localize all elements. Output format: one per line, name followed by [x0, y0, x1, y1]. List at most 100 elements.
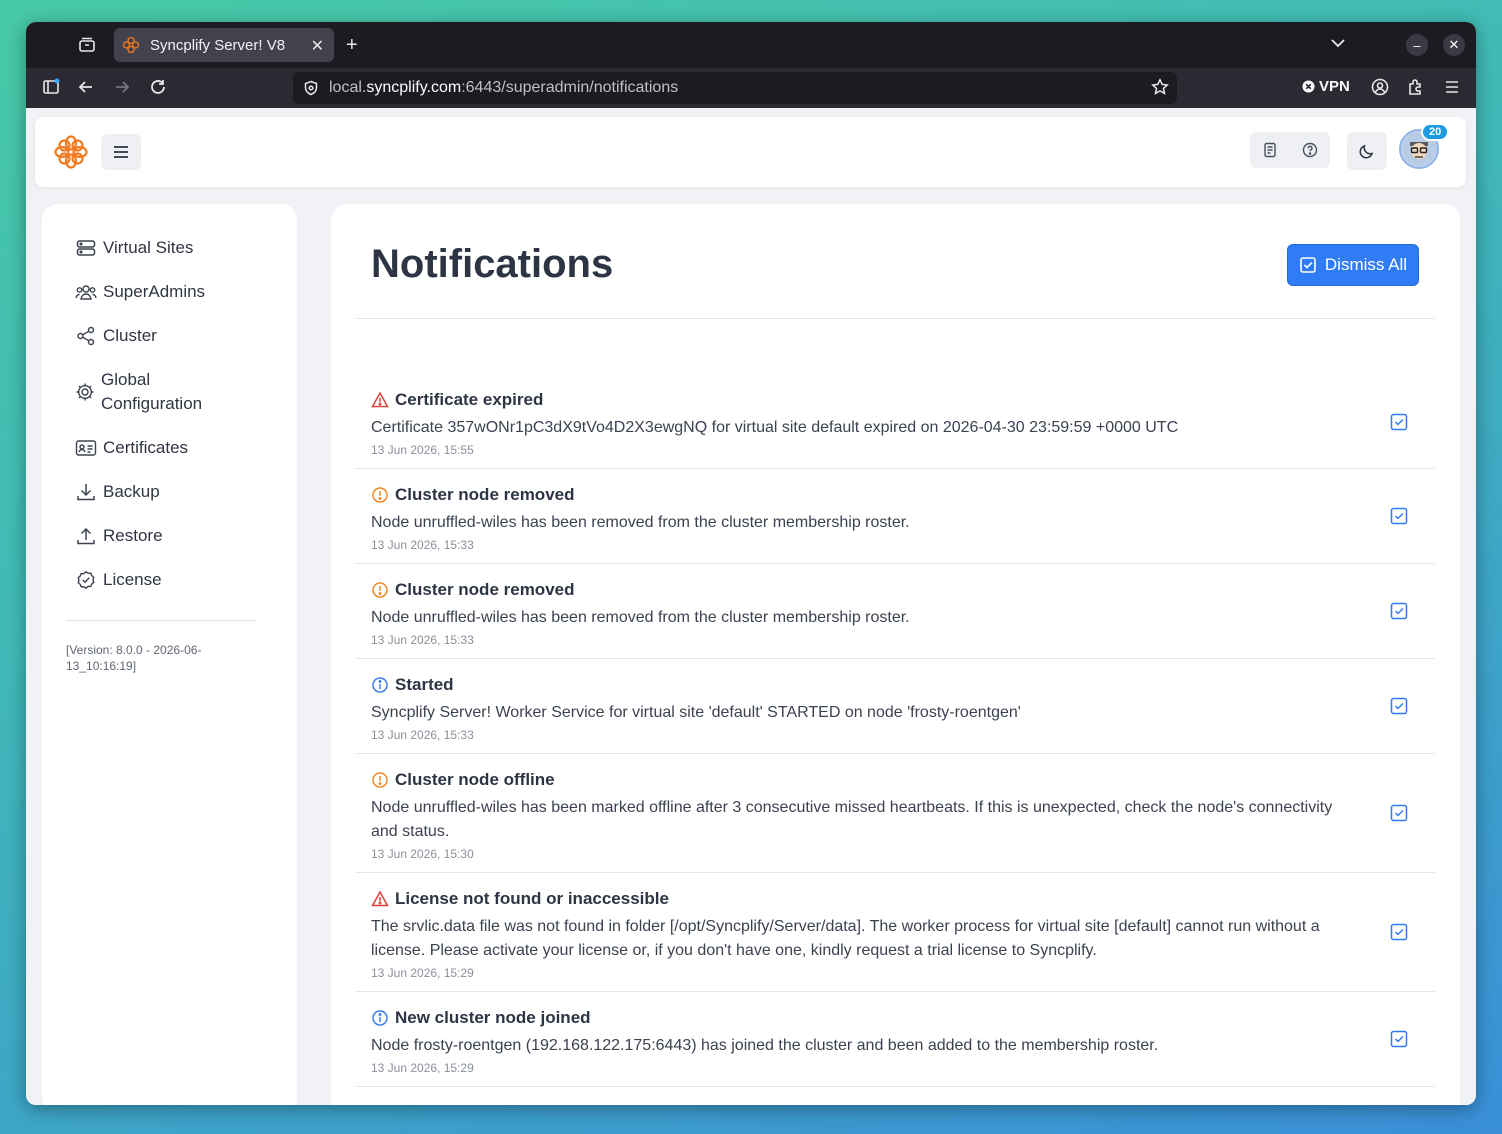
- account-icon[interactable]: [1371, 78, 1389, 96]
- tab-overview-icon[interactable]: [78, 36, 96, 58]
- vpn-off-icon: [1302, 80, 1315, 93]
- notification-title: Started: [395, 675, 454, 694]
- notification-count-badge[interactable]: 20: [1421, 123, 1450, 141]
- new-tab-icon[interactable]: +: [346, 35, 358, 55]
- version-info: [Version: 8.0.0 - 2026-06-13_10:16:19]: [66, 643, 202, 673]
- sidebar-item-label: License: [103, 570, 162, 589]
- forward-arrow-icon[interactable]: [113, 78, 131, 96]
- notification-title: License not found or inaccessible: [395, 889, 669, 908]
- syncplify-logo-icon[interactable]: [53, 134, 89, 175]
- sidebar-divider: [66, 620, 257, 621]
- close-tab-icon[interactable]: ✕: [311, 36, 324, 56]
- share-icon: [75, 324, 97, 348]
- vpn-label: VPN: [1319, 78, 1350, 95]
- notification-time: 13 Jun 2026, 15:33: [371, 538, 474, 552]
- bookmark-star-icon[interactable]: [1151, 78, 1169, 96]
- notification-item: Cluster node removed Node unruffled-wile…: [355, 564, 1435, 659]
- gear-icon: [75, 380, 95, 404]
- reload-icon[interactable]: [149, 78, 167, 96]
- close-window-button[interactable]: ✕: [1443, 34, 1465, 56]
- page-content: 20 Virtual Sites SuperAdmins Cluster Glo…: [26, 108, 1476, 1105]
- notification-item: Started Syncplify Server! Worker Service…: [355, 659, 1435, 754]
- notification-title: New cluster node joined: [395, 1008, 591, 1027]
- alert-circle-icon: [371, 486, 389, 504]
- sidebar-item-label: Restore: [103, 526, 163, 545]
- alert-circle-icon: [371, 581, 389, 599]
- sidebar-item-label: Global Configuration: [101, 370, 203, 413]
- tab-syncplify[interactable]: Syncplify Server! V8 ✕: [114, 28, 334, 62]
- app-header: 20: [35, 117, 1466, 187]
- back-arrow-icon[interactable]: [77, 78, 95, 96]
- notification-message: Node unruffled-wiles has been removed fr…: [371, 609, 910, 626]
- help-icon[interactable]: [1302, 142, 1318, 158]
- sidebar-item-restore[interactable]: Restore: [75, 524, 163, 548]
- notification-time: 13 Jun 2026, 15:29: [371, 1061, 474, 1075]
- notification-message: Node unruffled-wiles has been marked off…: [371, 799, 1333, 840]
- extensions-icon[interactable]: [1407, 78, 1425, 96]
- info-circle-icon: [371, 1009, 389, 1027]
- notification-title: Cluster node removed: [395, 580, 575, 599]
- app-menu-icon[interactable]: [1443, 78, 1461, 96]
- notification-time: 13 Jun 2026, 15:30: [371, 847, 474, 861]
- notification-time: 13 Jun 2026, 15:33: [371, 633, 474, 647]
- dismiss-notification-check-icon[interactable]: [1389, 803, 1409, 823]
- minimize-window-button[interactable]: –: [1406, 34, 1428, 56]
- sidebar-toggle-icon[interactable]: [42, 78, 60, 96]
- info-circle-icon: [371, 676, 389, 694]
- dismiss-notification-check-icon[interactable]: [1389, 506, 1409, 526]
- hamburger-icon: [114, 146, 128, 158]
- notification-item: Certificate expired Certificate 357wONr1…: [355, 376, 1435, 469]
- tracking-shield-icon[interactable]: [303, 80, 319, 96]
- notification-item: Cluster node removed Node unruffled-wile…: [355, 469, 1435, 564]
- list-tabs-chevron-icon[interactable]: [1330, 37, 1346, 53]
- notification-item: Cluster node offline Node unruffled-wile…: [355, 754, 1435, 873]
- notification-list: Certificate expired Certificate 357wONr1…: [355, 376, 1435, 1087]
- notification-time: 13 Jun 2026, 15:29: [371, 966, 474, 980]
- sidebar-item-backup[interactable]: Backup: [75, 480, 160, 504]
- sidebar-item-label: Backup: [103, 482, 160, 501]
- notification-message: Node frosty-roentgen (192.168.122.175:64…: [371, 1037, 1159, 1054]
- hamburger-menu-button[interactable]: [101, 134, 141, 170]
- users-icon: [75, 280, 97, 304]
- download-icon: [75, 480, 97, 504]
- dismiss-notification-check-icon[interactable]: [1389, 922, 1409, 942]
- address-bar[interactable]: local. syncplify.com:6443/superadmin/noti…: [293, 72, 1177, 104]
- navigation-bar: local. syncplify.com:6443/superadmin/noti…: [26, 68, 1476, 108]
- sidebar-item-superadmins[interactable]: SuperAdmins: [75, 280, 205, 304]
- dismiss-notification-check-icon[interactable]: [1389, 696, 1409, 716]
- check-square-icon: [1300, 257, 1316, 273]
- docs-icon[interactable]: [1262, 142, 1278, 158]
- dismiss-notification-check-icon[interactable]: [1389, 1029, 1409, 1049]
- notification-message: Node unruffled-wiles has been removed fr…: [371, 514, 910, 531]
- sidebar-item-license[interactable]: License: [75, 568, 162, 592]
- notification-time: 13 Jun 2026, 15:33: [371, 728, 474, 742]
- dismiss-all-label: Dismiss All: [1324, 255, 1408, 274]
- url-prefix: local.: [329, 79, 367, 96]
- notification-item: License not found or inaccessible The sr…: [355, 873, 1435, 992]
- dismiss-notification-check-icon[interactable]: [1389, 601, 1409, 621]
- browser-window: Syncplify Server! V8 ✕ + – ✕ local. syncp…: [26, 22, 1476, 1105]
- id-card-icon: [75, 436, 97, 460]
- sidebar: Virtual Sites SuperAdmins Cluster Global…: [42, 204, 297, 1105]
- dismiss-all-button[interactable]: Dismiss All: [1287, 244, 1419, 286]
- sidebar-item-label: Cluster: [103, 326, 157, 345]
- notifications-panel: Notifications Dismiss All Certificate ex…: [331, 204, 1460, 1105]
- page-title: Notifications: [371, 242, 614, 286]
- notification-time: 13 Jun 2026, 15:55: [371, 443, 474, 457]
- sidebar-item-cluster[interactable]: Cluster: [75, 324, 157, 348]
- notification-message: Certificate 357wONr1pC3dX9tVo4D2X3ewgNQ …: [371, 419, 1179, 436]
- dismiss-notification-check-icon[interactable]: [1389, 412, 1409, 432]
- notification-message: The srvlic.data file was not found in fo…: [371, 918, 1320, 959]
- dark-mode-toggle[interactable]: [1347, 132, 1387, 170]
- sidebar-item-label: Certificates: [103, 438, 189, 457]
- sidebar-item-virtual-sites[interactable]: Virtual Sites: [75, 236, 193, 260]
- notification-message: Syncplify Server! Worker Service for vir…: [371, 704, 1021, 721]
- header-divider: [355, 318, 1435, 319]
- vpn-button[interactable]: VPN: [1302, 78, 1350, 95]
- tab-strip: Syncplify Server! V8 ✕ + – ✕: [26, 22, 1476, 68]
- sidebar-item-global-configuration[interactable]: Global Configuration: [75, 368, 215, 416]
- sidebar-item-certificates[interactable]: Certificates: [75, 436, 188, 460]
- sidebar-item-label: SuperAdmins: [103, 282, 206, 301]
- url-host: syncplify.com: [366, 79, 462, 96]
- moon-icon: [1359, 144, 1374, 159]
